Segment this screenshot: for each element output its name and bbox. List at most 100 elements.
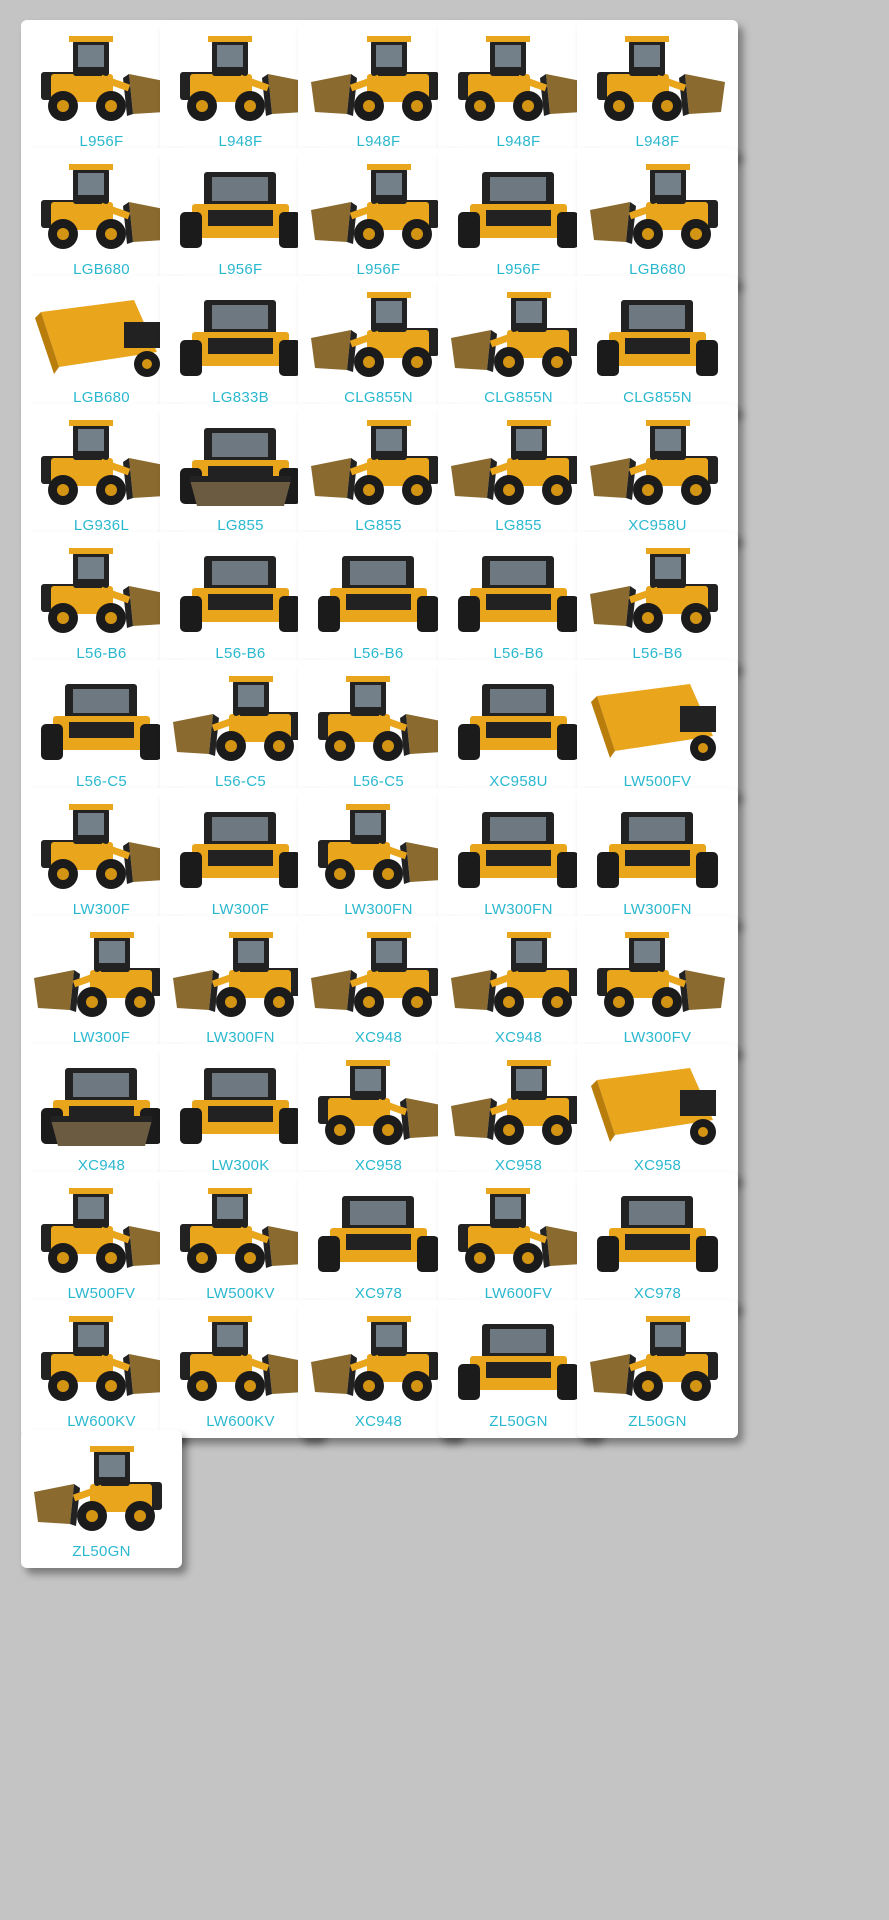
- product-card[interactable]: LGB680: [21, 276, 182, 414]
- product-card[interactable]: L948F: [577, 20, 738, 158]
- wheel-loader-photo: [306, 794, 451, 894]
- product-grid: L956F L948F L948F L948F L948F LGB680 L95…: [0, 0, 889, 1920]
- product-card[interactable]: XC978: [577, 1172, 738, 1310]
- product-card[interactable]: L948F: [298, 20, 459, 158]
- product-card[interactable]: LW500FV: [21, 1172, 182, 1310]
- wheel-loader-photo: [585, 922, 730, 1022]
- product-card[interactable]: CLG855N: [438, 276, 599, 414]
- product-card[interactable]: LW500KV: [160, 1172, 321, 1310]
- product-card[interactable]: LGB680: [21, 148, 182, 286]
- product-card[interactable]: LW600FV: [438, 1172, 599, 1310]
- wheel-loader-photo: [29, 26, 174, 126]
- wheel-loader-photo: [29, 282, 174, 382]
- product-card[interactable]: LW300K: [160, 1044, 321, 1182]
- wheel-loader-photo: [168, 154, 313, 254]
- product-card[interactable]: LW300FN: [438, 788, 599, 926]
- product-card[interactable]: ZL50GN: [21, 1430, 182, 1568]
- product-card[interactable]: L56-B6: [298, 532, 459, 670]
- product-card[interactable]: L56-B6: [577, 532, 738, 670]
- product-card[interactable]: XC978: [298, 1172, 459, 1310]
- wheel-loader-photo: [585, 666, 730, 766]
- wheel-loader-photo: [585, 154, 730, 254]
- wheel-loader-photo: [446, 1050, 591, 1150]
- product-card[interactable]: XC948: [298, 1300, 459, 1438]
- product-card[interactable]: XC958U: [438, 660, 599, 798]
- product-card[interactable]: XC958: [577, 1044, 738, 1182]
- wheel-loader-photo: [306, 26, 451, 126]
- wheel-loader-photo: [585, 1178, 730, 1278]
- wheel-loader-photo: [29, 538, 174, 638]
- product-card[interactable]: LW600KV: [21, 1300, 182, 1438]
- product-card[interactable]: LW600KV: [160, 1300, 321, 1438]
- product-card[interactable]: XC948: [21, 1044, 182, 1182]
- wheel-loader-photo: [446, 282, 591, 382]
- product-card[interactable]: LG855: [298, 404, 459, 542]
- product-card[interactable]: XC958: [298, 1044, 459, 1182]
- wheel-loader-photo: [446, 538, 591, 638]
- product-card[interactable]: L956F: [21, 20, 182, 158]
- product-card[interactable]: LW300FN: [160, 916, 321, 1054]
- product-card[interactable]: XC958U: [577, 404, 738, 542]
- product-card[interactable]: CLG855N: [298, 276, 459, 414]
- product-card[interactable]: LW300F: [21, 788, 182, 926]
- product-card[interactable]: L56-B6: [21, 532, 182, 670]
- product-card[interactable]: LG833B: [160, 276, 321, 414]
- product-card[interactable]: L956F: [160, 148, 321, 286]
- wheel-loader-photo: [306, 154, 451, 254]
- product-card[interactable]: ZL50GN: [438, 1300, 599, 1438]
- wheel-loader-photo: [446, 922, 591, 1022]
- product-model-label: LW600KV: [206, 1413, 275, 1430]
- wheel-loader-photo: [306, 1178, 451, 1278]
- wheel-loader-photo: [446, 1306, 591, 1406]
- wheel-loader-photo: [446, 666, 591, 766]
- product-card[interactable]: LW300FV: [577, 916, 738, 1054]
- wheel-loader-photo: [168, 26, 313, 126]
- product-card[interactable]: CLG855N: [577, 276, 738, 414]
- wheel-loader-photo: [446, 26, 591, 126]
- product-card[interactable]: LG855: [438, 404, 599, 542]
- product-card[interactable]: ZL50GN: [577, 1300, 738, 1438]
- wheel-loader-photo: [585, 1050, 730, 1150]
- product-model-label: ZL50GN: [489, 1413, 548, 1430]
- product-card[interactable]: L948F: [438, 20, 599, 158]
- wheel-loader-photo: [446, 794, 591, 894]
- product-card[interactable]: XC948: [438, 916, 599, 1054]
- wheel-loader-photo: [29, 1436, 174, 1536]
- product-card[interactable]: LW300FN: [298, 788, 459, 926]
- product-card[interactable]: LW300F: [160, 788, 321, 926]
- wheel-loader-photo: [306, 922, 451, 1022]
- product-card[interactable]: L956F: [298, 148, 459, 286]
- wheel-loader-photo: [585, 538, 730, 638]
- wheel-loader-photo: [585, 794, 730, 894]
- product-card[interactable]: LW300FN: [577, 788, 738, 926]
- product-card[interactable]: LG855: [160, 404, 321, 542]
- product-card[interactable]: XC948: [298, 916, 459, 1054]
- product-card[interactable]: XC958: [438, 1044, 599, 1182]
- wheel-loader-photo: [585, 26, 730, 126]
- product-card[interactable]: LW500FV: [577, 660, 738, 798]
- wheel-loader-photo: [29, 410, 174, 510]
- product-card[interactable]: L948F: [160, 20, 321, 158]
- wheel-loader-photo: [306, 538, 451, 638]
- product-model-label: LW600KV: [67, 1413, 136, 1430]
- wheel-loader-photo: [29, 922, 174, 1022]
- product-card[interactable]: LGB680: [577, 148, 738, 286]
- product-model-label: ZL50GN: [628, 1413, 687, 1430]
- wheel-loader-photo: [446, 410, 591, 510]
- product-model-label: ZL50GN: [72, 1543, 131, 1560]
- product-card[interactable]: LG936L: [21, 404, 182, 542]
- wheel-loader-photo: [446, 1178, 591, 1278]
- wheel-loader-photo: [306, 410, 451, 510]
- wheel-loader-photo: [306, 1306, 451, 1406]
- product-card[interactable]: L56-B6: [438, 532, 599, 670]
- product-card[interactable]: L56-C5: [160, 660, 321, 798]
- product-card[interactable]: L956F: [438, 148, 599, 286]
- product-card[interactable]: L56-B6: [160, 532, 321, 670]
- product-card[interactable]: L56-C5: [298, 660, 459, 798]
- wheel-loader-photo: [29, 1306, 174, 1406]
- wheel-loader-photo: [585, 1306, 730, 1406]
- product-card[interactable]: LW300F: [21, 916, 182, 1054]
- product-card[interactable]: L56-C5: [21, 660, 182, 798]
- wheel-loader-photo: [29, 1178, 174, 1278]
- wheel-loader-photo: [168, 282, 313, 382]
